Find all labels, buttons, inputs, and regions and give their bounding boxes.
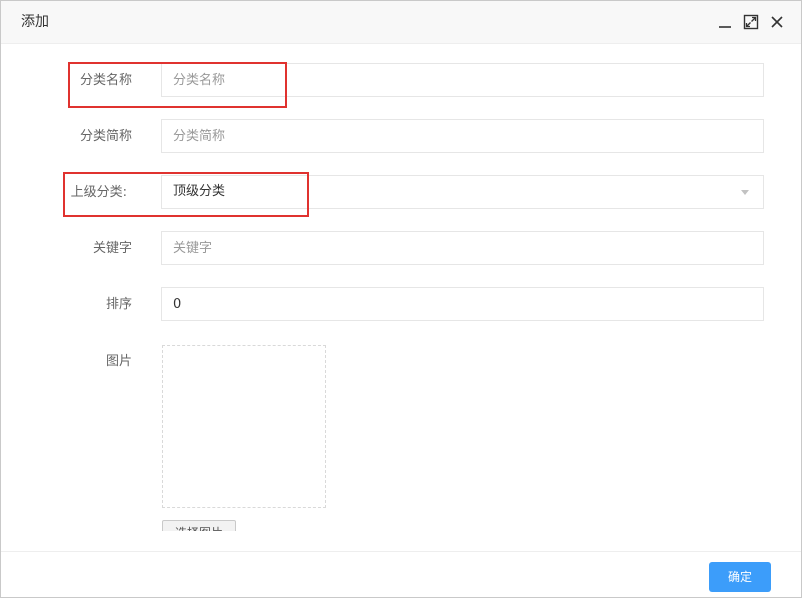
sort-row: 排序 <box>1 287 801 323</box>
dialog-title: 添加 <box>21 14 49 30</box>
confirm-button[interactable]: 确定 <box>709 562 771 592</box>
image-preview-area <box>162 345 326 508</box>
keywords-input[interactable] <box>161 231 764 265</box>
name-row: 分类名称 <box>1 63 801 99</box>
keywords-row: 关键字 <box>1 231 801 267</box>
parent-row: 上级分类: 顶级分类 <box>1 175 801 211</box>
dialog-footer: 确定 <box>1 551 801 597</box>
dialog-body: 分类名称 分类简称 上级分类: 顶级分类 关键字 排序 图片 选择图片 <box>1 44 801 531</box>
image-label: 图片 <box>105 354 132 369</box>
parent-select-value: 顶级分类 <box>173 184 226 199</box>
image-row: 图片 <box>1 345 801 381</box>
short-name-input[interactable] <box>161 119 764 153</box>
add-dialog: 添加 分类名称 分类简称 <box>0 0 802 598</box>
sort-label: 排序 <box>105 297 132 312</box>
keywords-label: 关键字 <box>92 241 132 256</box>
name-label: 分类名称 <box>79 73 132 88</box>
minimize-icon[interactable] <box>716 13 734 31</box>
name-input[interactable] <box>161 63 764 97</box>
close-icon[interactable] <box>768 13 786 31</box>
maximize-icon[interactable] <box>742 13 760 31</box>
choose-image-button[interactable]: 选择图片 <box>162 520 236 531</box>
short-name-row: 分类简称 <box>1 119 801 155</box>
parent-label: 上级分类: <box>70 185 127 200</box>
short-name-label: 分类简称 <box>79 129 132 144</box>
dialog-titlebar: 添加 <box>1 1 801 44</box>
parent-select[interactable]: 顶级分类 <box>161 175 764 209</box>
chevron-down-icon <box>741 190 749 195</box>
sort-input[interactable] <box>161 287 764 321</box>
